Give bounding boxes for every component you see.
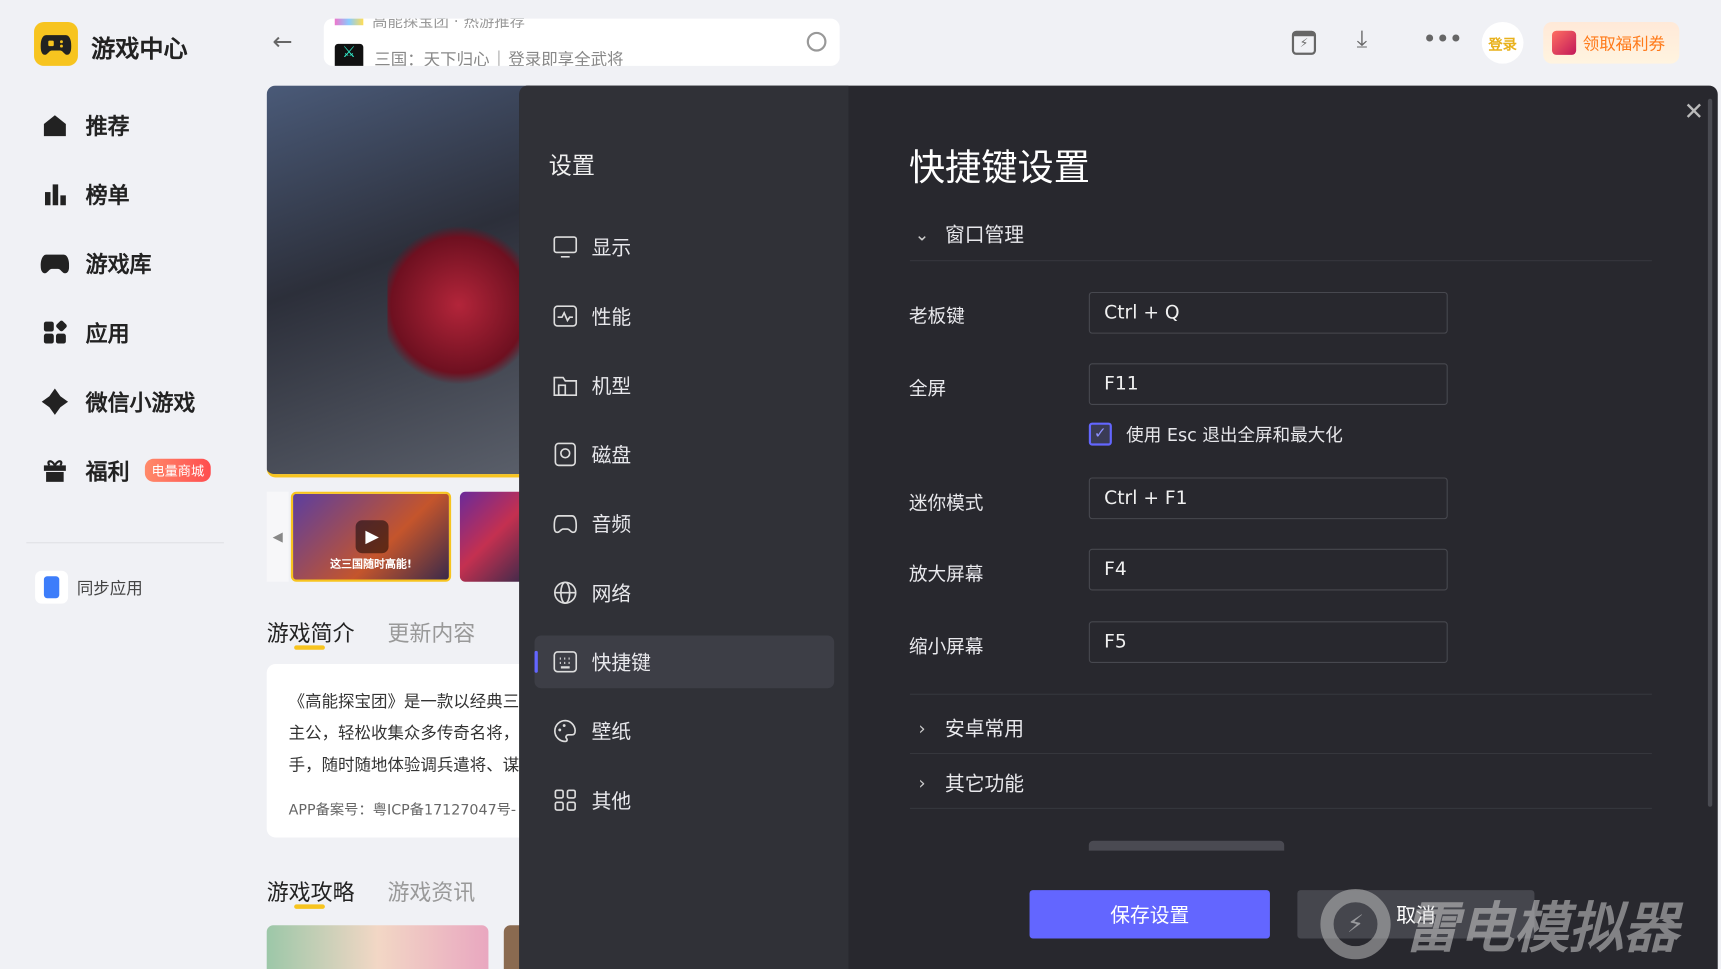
boss-key-input[interactable]: Ctrl + Q — [1088, 291, 1448, 334]
login-button[interactable]: 登录 — [1481, 21, 1524, 64]
play-icon[interactable]: ▶ — [355, 520, 389, 554]
section-window-management[interactable]: ⌄ 窗口管理 — [910, 220, 1024, 249]
tab-update-content[interactable]: 更新内容 — [387, 616, 475, 648]
tab-underline — [294, 904, 325, 909]
chevron-right-icon: › — [918, 717, 926, 739]
tab-game-intro[interactable]: 游戏简介 — [267, 616, 355, 648]
store-badge[interactable]: 电量商城 — [144, 458, 211, 482]
shortcut-scroll-area: ⌄ 窗口管理 老板键 Ctrl + Q 全屏 F11 ✓ 使用 Esc 退出全屏和… — [519, 86, 1704, 851]
claim-coupon-button[interactable]: 领取福利券 — [1543, 21, 1680, 64]
sidebar-item-game-library[interactable]: 游戏库 — [40, 247, 152, 279]
boss-key-label: 老板键 — [908, 306, 965, 329]
home-icon — [40, 109, 71, 140]
divider — [909, 752, 1652, 755]
search-icon[interactable] — [806, 31, 827, 52]
divider — [909, 260, 1652, 262]
wechat-game-icon — [40, 386, 71, 417]
tab-game-guide[interactable]: 游戏攻略 — [267, 875, 355, 907]
video-thumbnail[interactable]: ▶ 这三国随时高能! — [290, 491, 452, 582]
zoom-out-input[interactable]: F5 — [1088, 621, 1448, 663]
esc-checkbox[interactable]: ✓ 使用 Esc 退出全屏和最大化 — [1088, 420, 1343, 446]
mini-mode-input[interactable]: Ctrl + F1 — [1088, 477, 1448, 520]
mini-mode-label: 迷你模式 — [908, 492, 984, 515]
more-icon[interactable]: ••• — [1422, 26, 1463, 53]
sidebar-item-welfare[interactable]: 福利 电量商城 — [40, 454, 211, 486]
fullscreen-label: 全屏 — [908, 378, 947, 401]
search-suggestion-game: 三国：天下归心 — [374, 48, 490, 66]
section-other-functions[interactable]: › 其它功能 — [910, 768, 1024, 797]
zoom-in-label: 放大屏幕 — [908, 564, 984, 587]
back-arrow-icon[interactable]: ← — [272, 29, 292, 56]
app-title: 游戏中心 — [91, 36, 188, 64]
sidebar-item-ranking[interactable]: 榜单 — [40, 178, 130, 210]
gift-lock-icon — [1552, 30, 1577, 55]
gift-icon — [40, 455, 71, 486]
calendar-icon[interactable]: ⚡ — [1291, 30, 1317, 55]
sidebar-divider — [26, 542, 224, 544]
fullscreen-input[interactable]: F11 — [1088, 363, 1448, 406]
download-icon[interactable]: ⤓ — [1357, 26, 1368, 53]
tab-game-news[interactable]: 游戏资讯 — [387, 875, 475, 907]
search-suggestion-hint: 登录即享全武将 — [508, 48, 624, 66]
game-banner[interactable] — [266, 85, 531, 478]
sync-app-button[interactable]: 同步应用 — [35, 570, 143, 604]
chart-icon — [40, 178, 71, 209]
scrollbar[interactable] — [1707, 98, 1713, 807]
search-prev-suggestion: 高能探宝团 · 热游推荐 — [372, 18, 526, 31]
search-box[interactable]: 高能探宝团 · 热游推荐 ⚔ 三国：天下归心 | 登录即享全武将 — [323, 18, 840, 66]
game-description-card: 《高能探宝团》是一款以经典三 主公，轻松收集众多传奇名将， 手，随时随地体验调兵… — [266, 664, 531, 838]
app-logo — [34, 21, 78, 66]
sync-icon — [35, 570, 69, 604]
thumb-prev-arrow[interactable]: ◀ — [266, 491, 289, 582]
divider — [909, 693, 1652, 695]
guide-image[interactable] — [266, 925, 489, 969]
image-thumbnail[interactable] — [459, 491, 526, 582]
apps-icon — [40, 317, 71, 348]
sidebar-item-recommend[interactable]: 推荐 — [40, 109, 130, 141]
chevron-right-icon: › — [918, 772, 926, 794]
game-icon: ⚔ — [334, 43, 364, 66]
sidebar-item-wechat-games[interactable]: 微信小游戏 — [40, 385, 196, 417]
zoom-in-input[interactable]: F4 — [1088, 548, 1448, 591]
checkbox-checked-icon[interactable]: ✓ — [1088, 422, 1112, 446]
settings-dialog: 设置 显示 性能 机型 磁盘 音频 网络 快捷键 壁纸 其他 ✕ 快捷键设置 ⌄… — [519, 85, 1718, 969]
gamepad-icon — [40, 248, 71, 279]
cancel-button[interactable]: 取消 — [1297, 890, 1535, 939]
tab-underline — [294, 645, 325, 650]
sidebar-item-apps[interactable]: 应用 — [40, 316, 130, 348]
section-android-common[interactable]: › 安卓常用 — [910, 713, 1024, 742]
partial-row-input — [1088, 840, 1285, 851]
chevron-down-icon: ⌄ — [914, 223, 930, 245]
zoom-out-label: 缩小屏幕 — [908, 636, 984, 659]
divider — [909, 807, 1652, 809]
save-settings-button[interactable]: 保存设置 — [1029, 890, 1270, 939]
